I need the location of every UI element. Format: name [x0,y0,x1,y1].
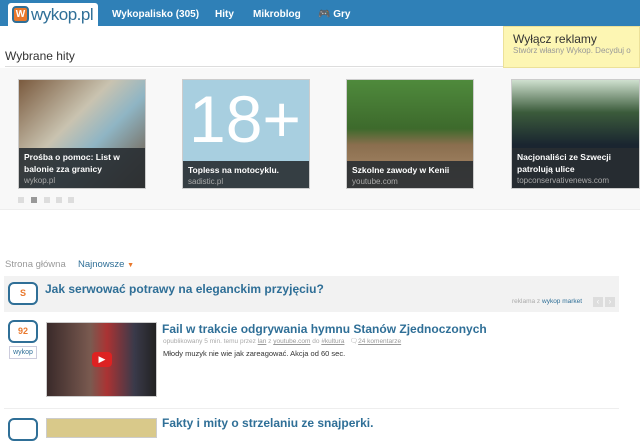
item-title[interactable]: Fail w trakcie odgrywania hymnu Stanów Z… [162,322,487,336]
disable-ads-box[interactable]: Wyłącz reklamy Stwórz własny Wykop. Decyd… [503,26,640,68]
logo-icon: W [12,6,29,23]
comment-icon: 🗨 [349,338,359,345]
nav-hity[interactable]: Hity [215,0,234,26]
domain-link[interactable]: youtube.com [273,338,310,345]
featured-card[interactable]: 18+ Topless na motocyklu. sadistic.pl [182,79,310,189]
item-title[interactable]: Fakty i mity o strzelaniu ze snajperki. [162,416,373,430]
breadcrumb-home[interactable]: Strona główna [5,259,66,270]
ad-label: reklama z [512,298,541,305]
carousel-dot[interactable] [56,197,62,203]
nav-gry[interactable]: 🎮 Gry [318,0,350,26]
prev-arrow-icon[interactable]: ‹ [593,297,603,307]
sponsored-badge: S [8,282,38,305]
divider [5,66,503,67]
meta-text: opublikowany 5 min. temu przez [163,338,256,345]
vote-count: 92 [8,320,38,343]
tag-link[interactable]: #kultura [321,338,344,345]
thumbnail[interactable] [46,418,157,438]
carousel-dot[interactable] [68,197,74,203]
carousel-dot[interactable] [44,197,50,203]
meta-text: do [312,338,320,345]
section-title: Wybrane hity [5,49,75,63]
comments-link[interactable]: 24 komentarze [358,338,401,345]
featured-card[interactable]: Prośba o pomoc: List w balonie zza grani… [18,79,146,189]
vote-count [8,418,38,441]
nav-wykopalisko[interactable]: Wykopalisko (305) [112,0,199,26]
divider [4,408,619,409]
play-icon: ▶ [92,352,112,367]
nav-mikroblog[interactable]: Mikroblog [253,0,301,26]
meta-text: z [268,338,272,345]
carousel-dot[interactable] [18,197,24,203]
author-link[interactable]: lan [258,338,267,345]
featured-card[interactable]: Nacjonaliści ze Szwecji patrolują ulice t… [511,79,640,189]
sort-dropdown[interactable]: Najnowsze ▼ [78,259,134,270]
gamepad-icon: 🎮 [318,9,334,20]
next-arrow-icon[interactable]: › [605,297,615,307]
item-description: Młody muzyk nie wie jak zareagować. Akcj… [163,349,346,358]
wykop-button[interactable]: wykop [9,346,37,359]
video-thumbnail[interactable]: ▶ [46,322,157,397]
caret-down-icon: ▼ [127,262,135,269]
featured-card[interactable]: Szkolne zawody w Kenii youtube.com [346,79,474,189]
carousel-dot-active[interactable] [31,197,37,203]
logo[interactable]: Wwykop.pl [8,3,98,26]
wykop-market-link[interactable]: wykop market [542,298,582,305]
sponsored-title[interactable]: Jak serwować potrawy na eleganckim przyj… [45,282,324,296]
